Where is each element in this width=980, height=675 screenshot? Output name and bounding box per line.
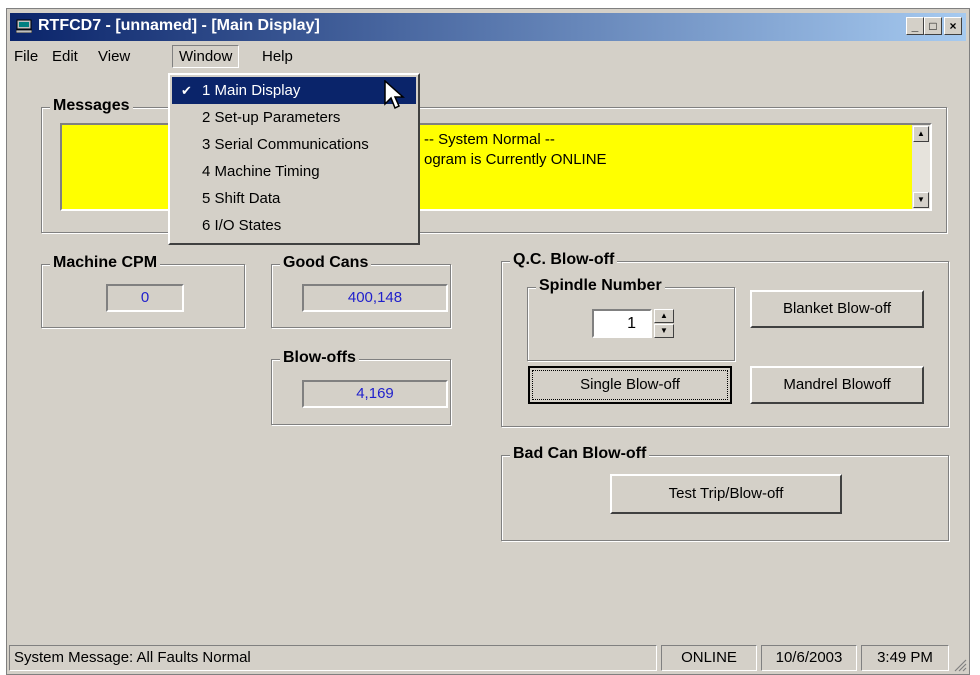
spin-down-icon[interactable]: ▼ — [654, 324, 674, 338]
maximize-button[interactable]: □ — [924, 17, 942, 35]
good-cans-label: Good Cans — [280, 254, 372, 272]
window-menu-main-display[interactable]: ✔ 1 Main Display — [172, 77, 416, 104]
window-menu-io-states[interactable]: 6 I/O States — [172, 212, 416, 239]
window-menu-setup-parameters[interactable]: 2 Set-up Parameters — [172, 104, 416, 131]
computer-icon — [16, 19, 32, 33]
spindle-number-label: Spindle Number — [536, 277, 665, 295]
good-cans-value: 400,148 — [302, 284, 448, 312]
title-bar[interactable]: RTFCD7 - [unnamed] - [Main Display] _ □ … — [10, 13, 966, 41]
menu-file[interactable]: File — [14, 48, 38, 65]
status-online: ONLINE — [661, 645, 757, 671]
close-button[interactable]: × — [944, 17, 962, 35]
mandrel-blowoff-button[interactable]: Mandrel Blowoff — [750, 366, 924, 404]
window-menu-dropdown: ✔ 1 Main Display 2 Set-up Parameters 3 S… — [168, 73, 420, 245]
test-trip-button[interactable]: Test Trip/Blow-off — [610, 474, 842, 514]
window-title: RTFCD7 - [unnamed] - [Main Display] — [38, 17, 320, 34]
window-menu-shift-data[interactable]: 5 Shift Data — [172, 185, 416, 212]
menu-window[interactable]: Window — [172, 45, 240, 68]
mouse-cursor-icon — [384, 80, 405, 110]
blow-offs-value: 4,169 — [302, 380, 448, 408]
app-window: RTFCD7 - [unnamed] - [Main Display] _ □ … — [6, 8, 970, 675]
machine-cpm-value: 0 — [106, 284, 184, 312]
status-message: System Message: All Faults Normal — [9, 645, 657, 671]
scroll-up-icon[interactable]: ▲ — [913, 126, 929, 142]
messages-scrollbar[interactable]: ▲ ▼ — [912, 125, 930, 209]
scroll-down-icon[interactable]: ▼ — [913, 192, 929, 208]
window-menu-serial-communications[interactable]: 3 Serial Communications — [172, 131, 416, 158]
window-menu-item-label: 1 Main Display — [202, 82, 301, 99]
spin-up-icon[interactable]: ▲ — [654, 309, 674, 323]
window-menu-machine-timing[interactable]: 4 Machine Timing — [172, 158, 416, 185]
message-line-1: -- System Normal -- — [424, 131, 555, 148]
message-line-2: ogram is Currently ONLINE — [424, 151, 607, 168]
status-time: 3:49 PM — [861, 645, 949, 671]
minimize-button[interactable]: _ — [906, 17, 924, 35]
single-blowoff-button[interactable]: Single Blow-off — [528, 366, 732, 404]
menu-edit[interactable]: Edit — [52, 48, 78, 65]
bad-can-label: Bad Can Blow-off — [510, 445, 650, 463]
spindle-number-input[interactable]: 1 — [592, 309, 652, 338]
blanket-blowoff-button[interactable]: Blanket Blow-off — [750, 290, 924, 328]
machine-cpm-label: Machine CPM — [50, 254, 161, 272]
blow-offs-label: Blow-offs — [280, 349, 359, 367]
menu-bar: File Edit View Window Help — [10, 44, 966, 72]
messages-label: Messages — [50, 97, 133, 115]
status-date: 10/6/2003 — [761, 645, 857, 671]
check-icon: ✔ — [181, 83, 192, 98]
resize-grip-icon[interactable] — [953, 658, 967, 672]
menu-help[interactable]: Help — [262, 48, 293, 65]
qc-blowoff-label: Q.C. Blow-off — [510, 251, 618, 269]
status-bar: System Message: All Faults Normal ONLINE… — [7, 642, 969, 674]
menu-view[interactable]: View — [98, 48, 130, 65]
